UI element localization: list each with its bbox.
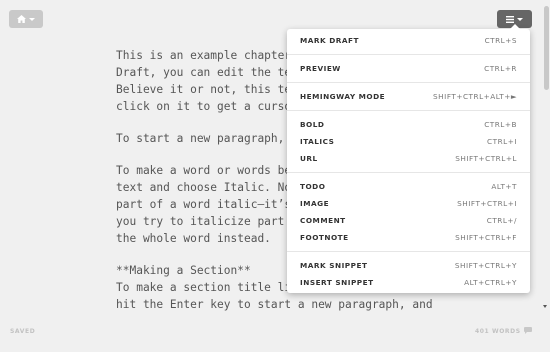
menu-item-label: URL (300, 154, 318, 163)
menu-item-label: IMAGE (300, 199, 330, 208)
menu-item-footnote[interactable]: FOOTNOTE SHIFT+CTRL+F (287, 229, 530, 246)
menu-item-shortcut: ALT+CTRL+Y (464, 278, 517, 287)
menu-item-image[interactable]: IMAGE SHIFT+CTRL+I (287, 195, 530, 212)
menu-item-shortcut: CTRL+B (484, 120, 517, 129)
dropdown-menu: MARK DRAFT CTRL+S PREVIEW CTRL+R HEMINGWAY M… (287, 24, 530, 293)
menu-separator (287, 82, 530, 83)
home-button[interactable] (9, 10, 43, 28)
chevron-down-icon (517, 17, 523, 21)
text-line: hit the Enter key to start a new paragra… (116, 298, 433, 311)
scroll-down-arrow-icon[interactable] (543, 305, 547, 308)
word-count: 401 WORDS (475, 328, 521, 335)
menu-item-shortcut: CTRL+I (487, 137, 517, 146)
menu-item-label: BOLD (300, 120, 325, 129)
menu-item-label: ITALICS (300, 137, 335, 146)
menu-item-preview[interactable]: PREVIEW CTRL+R (287, 60, 530, 77)
menu-item-italics[interactable]: ITALICS CTRL+I (287, 133, 530, 150)
chevron-down-icon (29, 17, 35, 21)
saved-status: SAVED (10, 328, 36, 335)
menu-item-label: HEMINGWAY MODE (300, 92, 386, 101)
menu-item-todo[interactable]: TODO ALT+T (287, 178, 530, 195)
menu-item-shortcut: SHIFT+CTRL+L (455, 154, 517, 163)
menu-item-shortcut: CTRL+/ (486, 216, 517, 225)
menu-item-bold[interactable]: BOLD CTRL+B (287, 116, 530, 133)
menu-item-label: MARK SNIPPET (300, 261, 368, 270)
menu-separator (287, 172, 530, 173)
menu-item-label: PREVIEW (300, 64, 341, 73)
speech-bubble-icon[interactable] (524, 327, 532, 334)
menu-item-shortcut: SHIFT+CTRL+Y (454, 261, 517, 270)
scrollbar[interactable] (542, 0, 550, 352)
menu-item-mark-snippet[interactable]: MARK SNIPPET SHIFT+CTRL+Y (287, 257, 530, 274)
menu-item-shortcut: ALT+T (491, 182, 517, 191)
menu-item-hemingway-mode[interactable]: HEMINGWAY MODE SHIFT+CTRL+ALT+► (287, 88, 530, 105)
menu-item-comment[interactable]: COMMENT CTRL+/ (287, 212, 530, 229)
menu-item-label: TODO (300, 182, 326, 191)
menu-item-label: MARK DRAFT (300, 36, 360, 45)
menu-item-shortcut: SHIFT+CTRL+I (457, 199, 517, 208)
menu-separator (287, 110, 530, 111)
menu-item-shortcut: SHIFT+CTRL+F (455, 233, 517, 242)
menu-item-label: COMMENT (300, 216, 346, 225)
menu-separator (287, 54, 530, 55)
menu-item-shortcut: SHIFT+CTRL+ALT+► (433, 92, 517, 101)
dropdown-pointer (510, 24, 520, 29)
home-icon (17, 15, 26, 23)
menu-item-label: FOOTNOTE (300, 233, 349, 242)
menu-item-url[interactable]: URL SHIFT+CTRL+L (287, 150, 530, 167)
menu-item-shortcut: CTRL+R (484, 64, 517, 73)
menu-item-insert-snippet[interactable]: INSERT SNIPPET ALT+CTRL+Y (287, 274, 530, 291)
menu-item-shortcut: CTRL+S (484, 36, 517, 45)
menu-item-mark-draft[interactable]: MARK DRAFT CTRL+S (287, 32, 530, 49)
hamburger-icon (506, 15, 514, 23)
menu-item-label: INSERT SNIPPET (300, 278, 374, 287)
menu-separator (287, 251, 530, 252)
scrollbar-thumb[interactable] (544, 6, 549, 90)
